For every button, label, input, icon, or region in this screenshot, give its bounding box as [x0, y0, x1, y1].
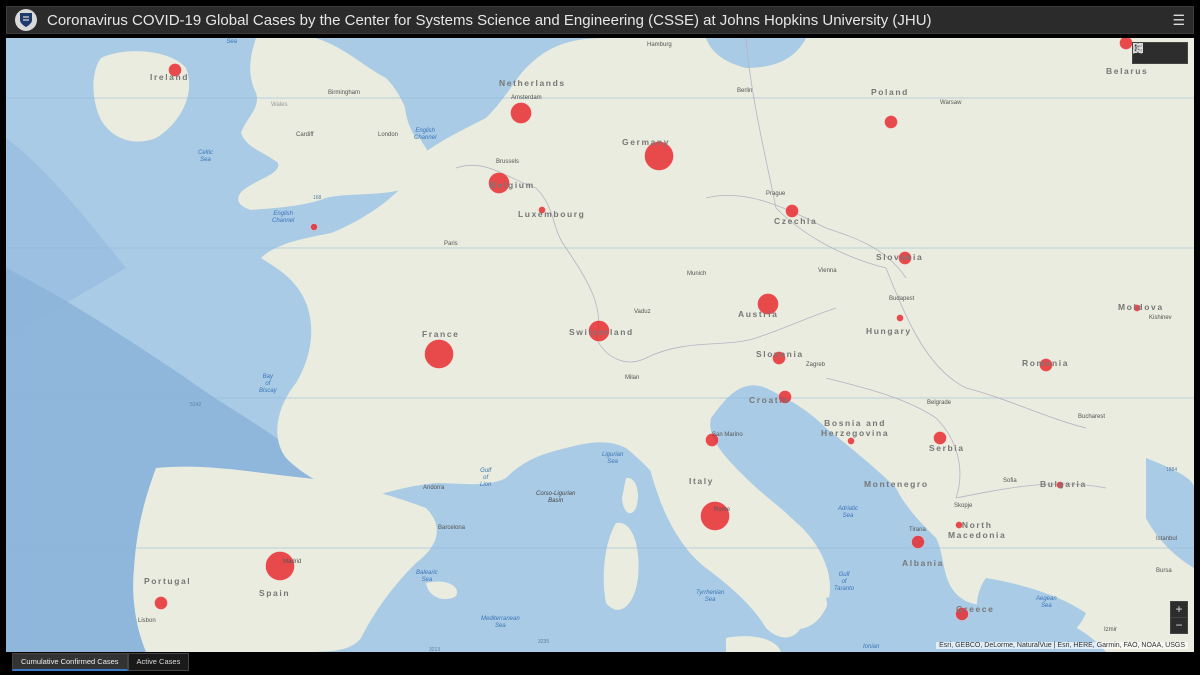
tab-active-cases[interactable]: Active Cases: [127, 653, 190, 671]
case-circle-slovakia[interactable]: [898, 251, 912, 265]
case-circle-hungary[interactable]: [896, 314, 904, 322]
case-circle-poland[interactable]: [884, 115, 898, 129]
case-circle-croatia[interactable]: [778, 390, 792, 404]
case-circle-germany[interactable]: [644, 141, 674, 171]
case-circle-san-marino[interactable]: [705, 433, 719, 447]
case-circle-albania[interactable]: [911, 535, 925, 549]
map-attribution: Esri, GEBCO, DeLorme, NaturalVue | Esri,…: [936, 642, 1188, 649]
zoom-out-button[interactable]: −: [1171, 617, 1187, 633]
case-circle-luxembourg[interactable]: [538, 206, 546, 214]
case-circle-belgium[interactable]: [488, 172, 510, 194]
case-circle-czechia[interactable]: [785, 204, 799, 218]
map-tabs: Cumulative Confirmed Cases Active Cases: [12, 653, 190, 671]
case-circle-greece[interactable]: [955, 607, 969, 621]
basemap: [6, 38, 1194, 652]
case-circle-netherlands[interactable]: [510, 102, 532, 124]
case-circle-ireland[interactable]: [168, 63, 182, 77]
case-circle-france[interactable]: [424, 339, 454, 369]
case-circle-italy[interactable]: [700, 501, 730, 531]
case-circle-moldova[interactable]: [1133, 304, 1141, 312]
app-header: Coronavirus COVID-19 Global Cases by the…: [6, 6, 1194, 34]
case-circle-bosnia[interactable]: [847, 437, 855, 445]
zoom-in-button[interactable]: +: [1171, 602, 1187, 617]
case-circle-belarus[interactable]: [1119, 38, 1133, 50]
case-circle-slovenia[interactable]: [772, 351, 786, 365]
map-view[interactable]: Ireland Netherlands Belgium Luxembourg G…: [6, 38, 1194, 652]
case-circle-austria[interactable]: [757, 293, 779, 315]
tab-cumulative-confirmed-cases[interactable]: Cumulative Confirmed Cases: [12, 653, 128, 671]
case-circle-north-macedonia[interactable]: [955, 521, 963, 529]
legend-list-icon[interactable]: [1134, 43, 1169, 63]
zoom-control: + −: [1170, 601, 1188, 634]
case-circle-portugal[interactable]: [154, 596, 168, 610]
case-circle-spain[interactable]: [265, 551, 295, 581]
jhu-shield-logo: [15, 9, 37, 31]
case-circle-romania[interactable]: [1039, 358, 1053, 372]
hamburger-menu-icon[interactable]: ☰: [1172, 13, 1185, 27]
basemap-gallery-icon[interactable]: [1133, 43, 1187, 63]
map-toolbar: [1132, 42, 1188, 64]
case-circle-serbia[interactable]: [933, 431, 947, 445]
case-circle-switzerland[interactable]: [588, 320, 610, 342]
case-circle-uk-channel[interactable]: [310, 223, 318, 231]
page-title: Coronavirus COVID-19 Global Cases by the…: [47, 11, 932, 29]
case-circle-bulgaria[interactable]: [1056, 481, 1064, 489]
